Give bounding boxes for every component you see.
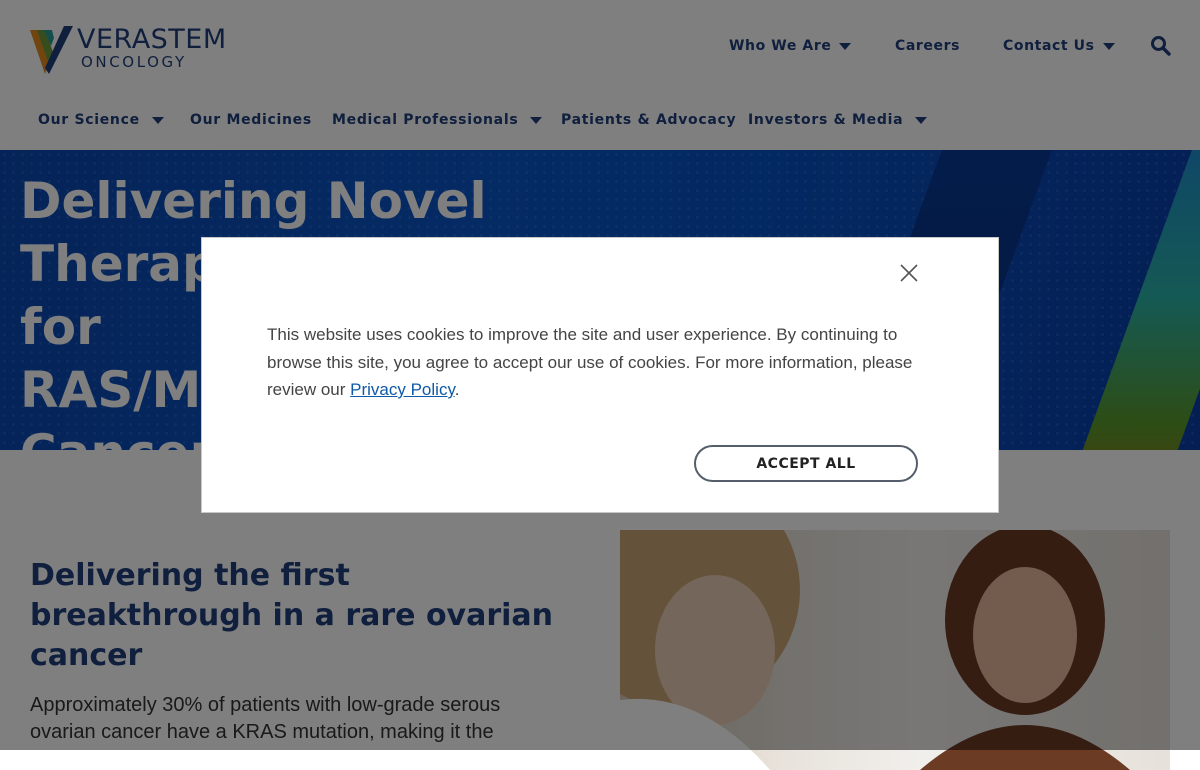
privacy-policy-link[interactable]: Privacy Policy [350, 380, 455, 399]
accept-all-button[interactable]: ACCEPT ALL [694, 445, 918, 482]
close-button[interactable] [898, 262, 920, 284]
cookie-message: This website uses cookies to improve the… [267, 321, 937, 404]
cookie-message-end: . [454, 380, 460, 399]
close-icon [900, 264, 918, 282]
cookie-consent-modal: This website uses cookies to improve the… [201, 237, 999, 513]
